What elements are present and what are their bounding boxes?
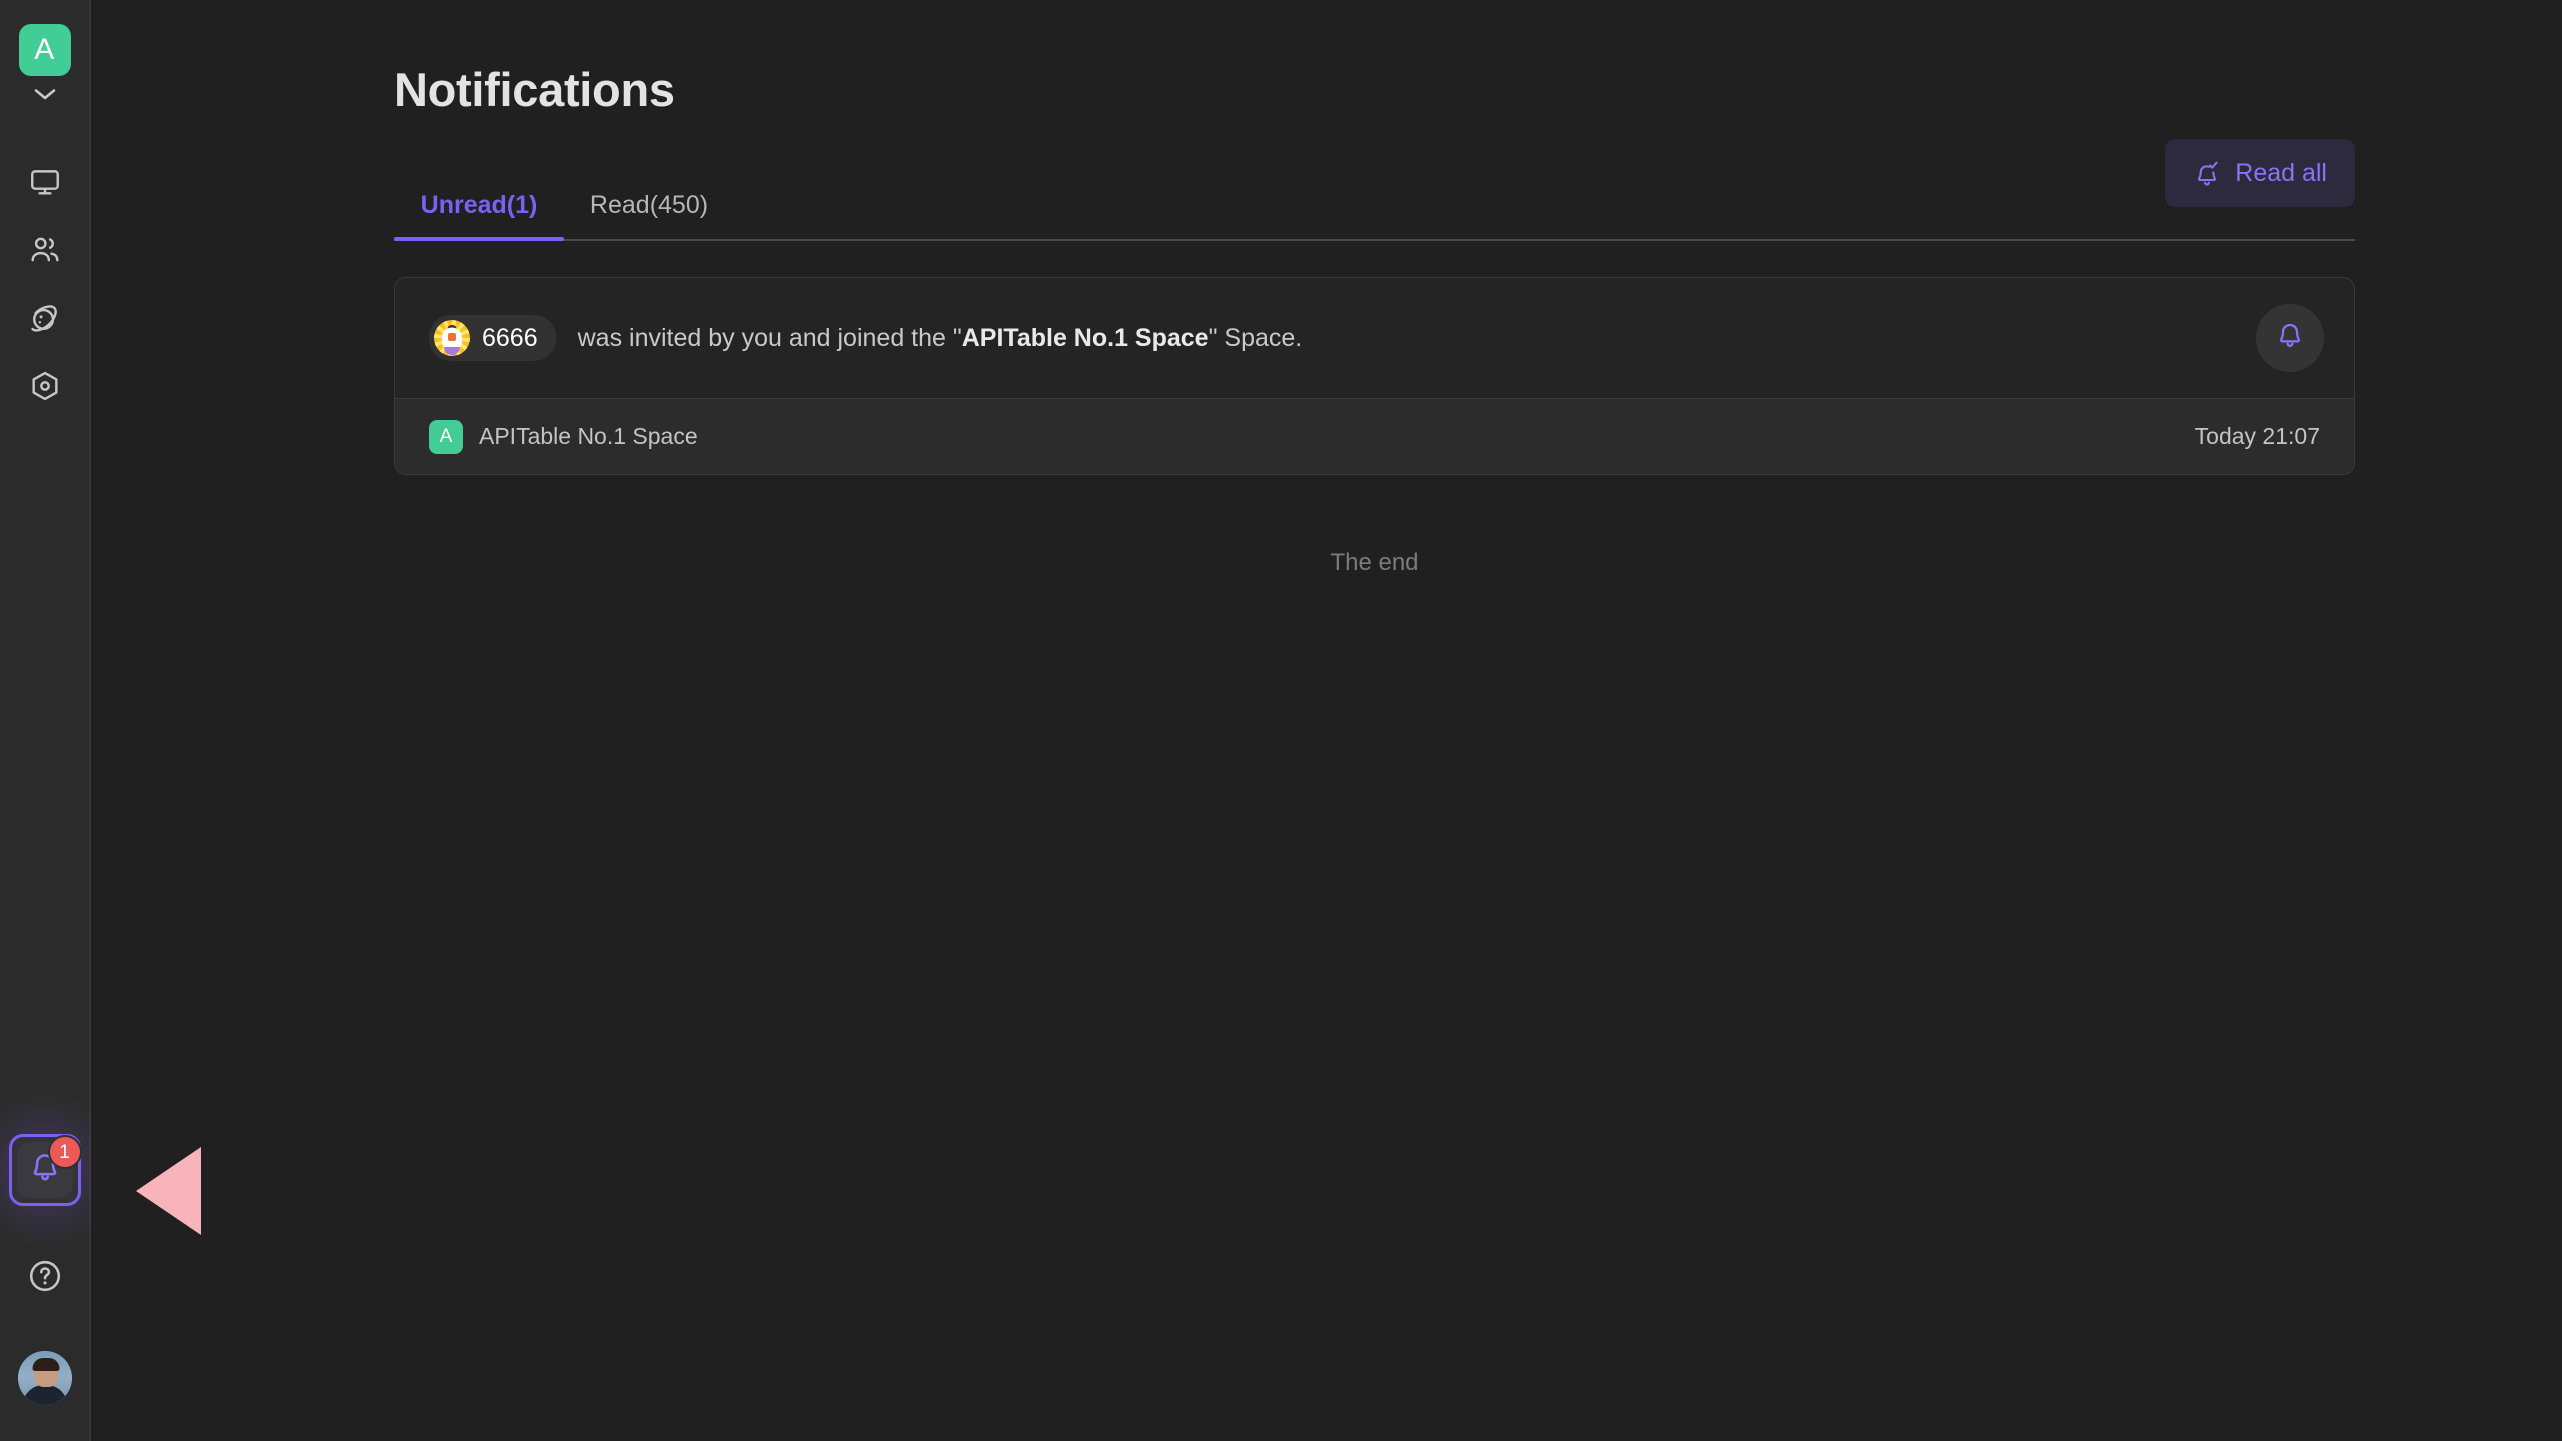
tab-read[interactable]: Read(450) xyxy=(564,169,734,241)
sidebar-item-workbench[interactable] xyxy=(14,148,76,216)
sidebar-item-template[interactable] xyxy=(14,352,76,420)
notification-badge-count: 1 xyxy=(47,1135,82,1169)
bell-check-icon xyxy=(2193,159,2221,187)
notification-message: was invited by you and joined the "APITa… xyxy=(578,322,2236,355)
avatar-bird-beak xyxy=(448,332,456,341)
main-content: Notifications Unread(1) Read(450) Read a… xyxy=(91,0,2562,1441)
notification-bell-button[interactable]: 1 xyxy=(8,1134,82,1206)
notification-user-chip[interactable]: 6666 xyxy=(429,315,556,361)
sidebar-item-space[interactable] xyxy=(14,284,76,352)
workbench-monitor-icon xyxy=(28,165,62,199)
annotation-pointer-triangle xyxy=(136,1147,201,1235)
notification-card: 6666 was invited by you and joined the "… xyxy=(394,277,2355,475)
message-prefix: was invited by you and joined the " xyxy=(577,323,962,352)
tab-underline-track xyxy=(394,239,2355,241)
help-button[interactable] xyxy=(14,1247,76,1309)
notification-timestamp: Today 21:07 xyxy=(2194,423,2320,449)
read-all-button[interactable]: Read all xyxy=(2165,139,2355,207)
notification-action-button[interactable] xyxy=(2256,304,2324,372)
chicken-avatar-icon xyxy=(434,320,470,356)
question-circle-help-icon xyxy=(27,1258,63,1299)
space-switcher[interactable]: A xyxy=(18,24,71,102)
tab-active-indicator xyxy=(394,237,564,241)
sidebar-item-members[interactable] xyxy=(14,216,76,284)
sidebar-nav xyxy=(14,148,76,420)
avatar-hair xyxy=(32,1358,60,1371)
list-end-label: The end xyxy=(1330,549,1419,576)
hexagon-template-icon xyxy=(28,369,62,403)
space-name-label: APITable No.1 Space xyxy=(479,423,698,449)
notification-tabs: Unread(1) Read(450) xyxy=(394,169,2355,241)
page-title: Notifications xyxy=(394,63,675,116)
bell-icon xyxy=(2275,321,2305,356)
space-badge: A xyxy=(429,419,463,454)
tab-unread[interactable]: Unread(1) xyxy=(394,169,564,241)
members-people-icon xyxy=(28,233,62,267)
app-root: A 1 Notifications Unread(1) Read(450) Re… xyxy=(0,0,2562,1441)
notification-row[interactable]: 6666 was invited by you and joined the "… xyxy=(395,278,2354,398)
planet-space-icon xyxy=(28,301,62,335)
read-all-label: Read all xyxy=(2235,158,2327,187)
message-suffix: " Space. xyxy=(1208,323,1303,352)
tabs-row: Unread(1) Read(450) Read all xyxy=(394,139,2355,241)
notification-meta-row[interactable]: A APITable No.1 Space Today 21:07 xyxy=(395,398,2354,474)
user-avatar[interactable] xyxy=(17,1351,72,1405)
sidebar-notification-button[interactable]: 1 xyxy=(0,1095,120,1245)
notification-user-name: 6666 xyxy=(482,323,538,352)
space-logo[interactable]: A xyxy=(18,24,71,76)
message-space-name: APITable No.1 Space xyxy=(961,323,1209,352)
left-sidebar: A 1 xyxy=(0,0,120,1441)
chevron-down-icon[interactable] xyxy=(32,86,58,102)
